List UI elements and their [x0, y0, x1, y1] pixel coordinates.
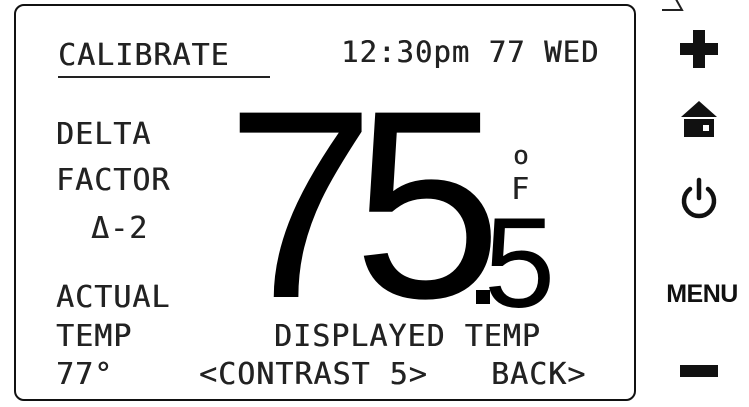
actual-temp-value: 77° [56, 357, 114, 392]
home-button[interactable] [676, 96, 722, 142]
delta-factor-label-line1: DELTA [56, 117, 152, 152]
fahrenheit-unit: F [511, 172, 531, 207]
contrast-control[interactable]: <CONTRAST 5> [199, 358, 428, 392]
temperature-fraction: 5 [484, 192, 556, 335]
plus-icon [680, 30, 718, 68]
screen-title: CALIBRATE [58, 38, 230, 73]
actual-temp-label-line1: ACTUAL [56, 280, 171, 315]
delta-factor-value: Δ-2 [91, 211, 149, 246]
minus-icon [680, 365, 718, 377]
power-button[interactable] [674, 172, 724, 226]
temperature-whole: 75 [226, 54, 502, 354]
power-icon [681, 177, 717, 219]
menu-button[interactable]: MENU [660, 274, 744, 314]
actual-temp-label-line2: TEMP [56, 319, 133, 354]
delta-factor-label-line2: FACTOR [56, 163, 171, 198]
displayed-temp-label: DISPLAYED TEMP [274, 319, 541, 354]
degree-symbol: o [513, 141, 530, 171]
plus-button[interactable] [676, 26, 722, 72]
delta-icon [662, 0, 684, 11]
home-icon [681, 101, 717, 137]
back-button[interactable]: BACK> [491, 358, 586, 392]
minus-button[interactable] [678, 356, 720, 386]
lcd-screen: CALIBRATE 12:30pm 77 WED DELTA FACTOR Δ-… [14, 4, 636, 401]
